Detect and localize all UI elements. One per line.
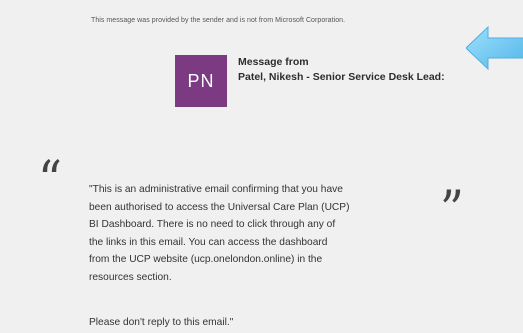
open-quote-icon: “ bbox=[38, 151, 62, 211]
sender-initials: PN bbox=[187, 70, 215, 91]
sender-block: Message from Patel, Nikesh - Senior Serv… bbox=[238, 55, 508, 85]
message-from-label: Message from bbox=[238, 56, 309, 68]
closing-note: Please don't reply to this email." bbox=[89, 317, 234, 328]
sender-avatar: PN bbox=[175, 55, 227, 107]
message-line: been authorised to access the Universal … bbox=[89, 201, 350, 213]
message-line: resources section. bbox=[89, 271, 172, 283]
message-line: from the UCP website (ucp.onelondon.onli… bbox=[89, 254, 323, 266]
message-line: BI Dashboard. There is no need to click … bbox=[89, 219, 336, 231]
sender-name: Patel, Nikesh - Senior Service Desk Lead… bbox=[238, 71, 445, 83]
message-panel: This message was provided by the sender … bbox=[0, 0, 523, 333]
message-body: "This is an administrative email confirm… bbox=[89, 181, 449, 287]
message-line: the links in this email. You can access … bbox=[89, 236, 328, 248]
message-line: "This is an administrative email confirm… bbox=[89, 184, 343, 195]
sender-disclaimer: This message was provided by the sender … bbox=[91, 17, 346, 24]
